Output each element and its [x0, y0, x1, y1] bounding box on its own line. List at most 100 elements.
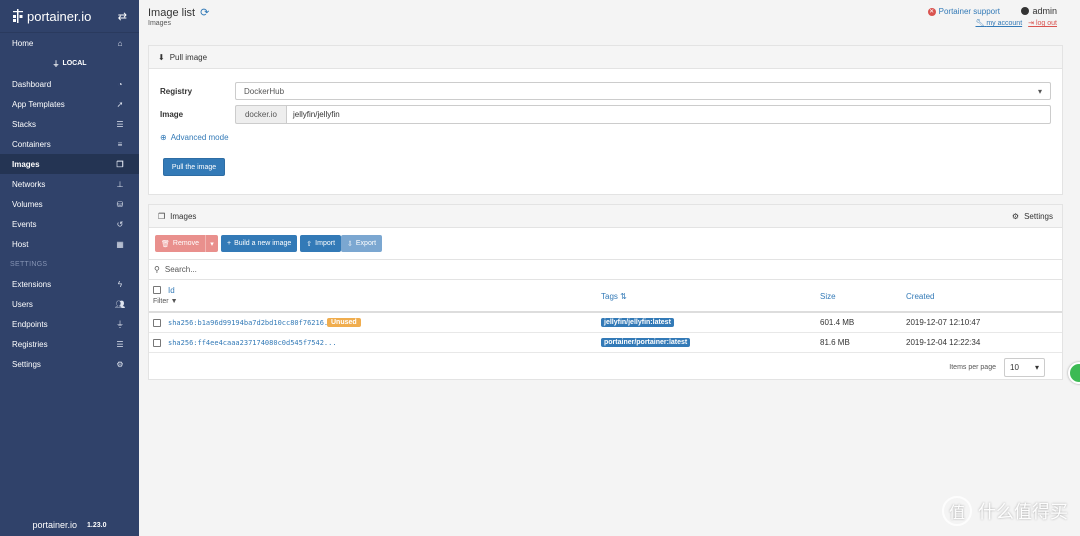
image-created: 2019-12-04 12:22:34	[906, 338, 981, 347]
remove-button[interactable]: 🗑︎ Remove	[155, 235, 205, 252]
sidebar-item-dashboard[interactable]: Dashboard ◔	[0, 74, 139, 94]
registry-row: Registry DockerHub ▾	[160, 82, 1051, 100]
sitemap-icon: ⊥	[116, 179, 124, 189]
sidebar-item-label: Stacks	[12, 119, 37, 129]
sidebar-item-label: Events	[12, 219, 37, 229]
column-size[interactable]: Size	[820, 292, 836, 301]
sidebar-item-label: Networks	[12, 179, 46, 189]
import-label: Import	[315, 240, 336, 247]
plug-icon: ⏚	[52, 60, 60, 68]
panel-title: Images	[170, 211, 197, 221]
watermark-text: 什么值得买	[978, 502, 1068, 522]
settings-label: Settings	[1024, 211, 1053, 221]
sidebar: portainer.io ⇄ Home ⌂ ⏚ LOCAL Dashboard ◔…	[0, 0, 139, 536]
unused-badge: Unused	[327, 318, 361, 327]
user-circle-icon	[1021, 7, 1030, 15]
sidebar-item-stacks[interactable]: Stacks ☰	[0, 114, 139, 134]
floating-action-icon[interactable]	[1068, 362, 1080, 384]
version-label: 1.23.0	[87, 521, 107, 529]
column-created[interactable]: Created	[906, 292, 934, 301]
sidebar-item-host[interactable]: Host ▦	[0, 234, 139, 254]
table-row: sha256:b1a96d99194ba7d2bd10cc80f76216...…	[149, 313, 1062, 333]
sidebar-item-extensions[interactable]: Extensions ϟ	[0, 274, 139, 294]
select-all-checkbox[interactable]	[153, 286, 161, 294]
sidebar-item-users[interactable]: Users 👥︎	[0, 294, 139, 314]
sidebar-item-label: Host	[12, 239, 29, 249]
sidebar-item-registries[interactable]: Registries ☰	[0, 334, 139, 354]
refresh-icon[interactable]: ⟳	[200, 6, 209, 19]
panel-title: Pull image	[169, 52, 208, 62]
pull-image-button[interactable]: Pull the image	[163, 158, 225, 176]
sidebar-item-label: Settings	[12, 359, 41, 369]
image-id-link[interactable]: sha256:b1a96d99194ba7d2bd10cc80f76216...	[168, 319, 337, 327]
breadcrumb: Images	[148, 20, 171, 27]
sidebar-item-label: Registries	[12, 339, 48, 349]
sidebar-item-containers[interactable]: Containers ≡	[0, 134, 139, 154]
wrench-icon: 🔧︎	[975, 20, 985, 27]
image-created: 2019-12-07 12:10:47	[906, 318, 981, 327]
table-settings-button[interactable]: ⚙ Settings	[1012, 212, 1053, 221]
download-icon: ⇩	[347, 240, 353, 248]
image-id-link[interactable]: sha256:ff4ee4caaa237174080c0d545f7542...	[168, 339, 337, 347]
my-account-link[interactable]: 🔧︎ my account	[976, 19, 1023, 27]
portainer-support-link[interactable]: ✕ Portainer support	[927, 7, 1000, 16]
users-icon: 👥︎	[115, 299, 126, 309]
export-label: Export	[355, 240, 377, 247]
sidebar-item-events[interactable]: Events ↺	[0, 214, 139, 234]
sidebar-item-label: Extensions	[12, 279, 52, 289]
sidebar-item-home[interactable]: Home ⌂	[0, 33, 139, 53]
endpoint-name: LOCAL	[62, 60, 87, 67]
search-input[interactable]: Search...	[165, 265, 197, 274]
sidebar-item-networks[interactable]: Networks ⊥	[0, 174, 139, 194]
image-row: Image docker.io jellyfin/jellyfin	[160, 105, 1051, 124]
search-bar[interactable]: ⚲ Search...	[149, 259, 1062, 280]
image-tag: jellyfin/jellyfin:latest	[601, 318, 674, 327]
upload-icon: ⇧	[306, 240, 313, 248]
portainer-logo-icon	[12, 9, 24, 23]
cogs-icon: ⚙	[116, 359, 124, 369]
filter-dropdown[interactable]: Filter ▼	[153, 298, 178, 305]
image-input[interactable]: jellyfin/jellyfin	[286, 105, 1051, 124]
footer-logo: portainer.io	[32, 520, 78, 530]
clone-icon: ❐	[158, 211, 166, 221]
sidebar-item-label: Dashboard	[12, 79, 52, 89]
endpoint-local: ⏚ LOCAL	[0, 53, 139, 74]
sidebar-item-app-templates[interactable]: App Templates ➚	[0, 94, 139, 114]
tags-label: Tags	[601, 292, 618, 301]
import-button[interactable]: ⇧ Import	[300, 235, 342, 252]
rocket-icon: ➚	[116, 99, 124, 109]
brand-name: portainer.io	[27, 8, 92, 24]
images-toolbar: 🗑︎ Remove ▾ + Build a new image ⇧ Import…	[155, 235, 383, 252]
sidebar-item-endpoints[interactable]: Endpoints ⏚	[0, 314, 139, 334]
cubes-icon: ⛁	[116, 199, 124, 209]
column-tags[interactable]: Tags ⇅	[601, 292, 627, 301]
sidebar-item-volumes[interactable]: Volumes ⛁	[0, 194, 139, 214]
sign-out-icon: ⇥	[1028, 20, 1035, 27]
caret-down-icon: ▾	[210, 240, 214, 248]
switch-endpoint-icon[interactable]: ⇄	[118, 10, 127, 23]
bolt-icon: ϟ	[117, 279, 123, 289]
items-per-page-select[interactable]: 10 ▾	[1004, 358, 1045, 377]
clone-icon: ❐	[116, 159, 124, 169]
advanced-mode-link[interactable]: ⊕ Advanced mode	[160, 133, 229, 142]
sidebar-item-images[interactable]: Images ❐	[0, 154, 139, 174]
remove-options-button[interactable]: ▾	[205, 235, 218, 252]
sidebar-footer: portainer.io 1.23.0	[0, 520, 139, 530]
home-icon: ⌂	[117, 38, 123, 48]
registry-select[interactable]: DockerHub ▾	[235, 82, 1051, 100]
sidebar-item-settings[interactable]: Settings ⚙	[0, 354, 139, 374]
table-row: sha256:ff4ee4caaa237174080c0d545f7542...…	[149, 333, 1062, 353]
sidebar-item-label: Users	[12, 299, 33, 309]
trash-icon: 🗑︎	[161, 240, 170, 248]
column-id[interactable]: Id	[168, 286, 175, 295]
row-checkbox[interactable]	[153, 318, 161, 327]
pagination-controls: Items per page 10 ▾	[949, 358, 1045, 377]
sort-icon: ⇅	[620, 292, 627, 301]
plug-icon: ⏚	[116, 319, 124, 329]
build-image-button[interactable]: + Build a new image	[221, 235, 298, 252]
filter-label: Filter	[153, 298, 169, 305]
row-checkbox[interactable]	[153, 338, 161, 347]
export-button[interactable]: ⇩ Export	[341, 235, 383, 252]
log-out-link[interactable]: ⇥ log out	[1028, 19, 1057, 27]
portainer-logo[interactable]: portainer.io	[12, 9, 91, 24]
